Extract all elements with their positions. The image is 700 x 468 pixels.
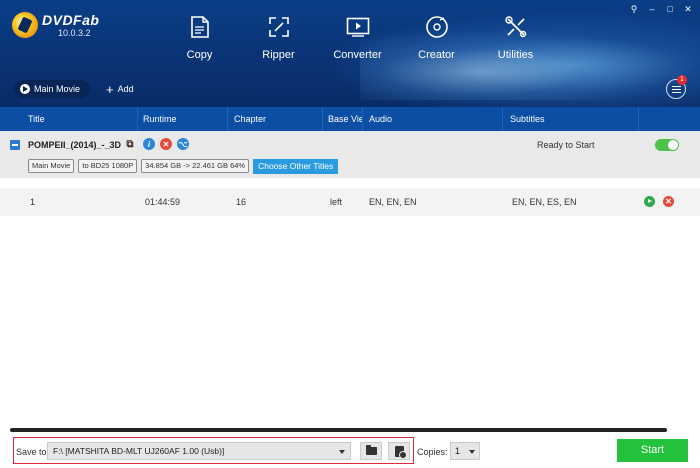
col-base-view[interactable]: Base View xyxy=(328,114,362,124)
cell-audio[interactable]: EN, EN, EN xyxy=(369,197,417,207)
nav-creator-label: Creator xyxy=(418,49,455,61)
window-controls: ⚲ – □ ✕ xyxy=(628,4,694,15)
title-item: POMPEII_(2014)_-_3D ⧉ i ✕ ⌥ Ready to Sta… xyxy=(0,131,700,178)
collapse-toggle-icon[interactable] xyxy=(10,140,20,150)
delete-icon[interactable]: ✕ xyxy=(663,196,674,207)
start-button[interactable]: Start xyxy=(617,439,688,462)
enable-toggle[interactable] xyxy=(655,139,679,151)
nav-utilities[interactable]: Utilities xyxy=(476,14,555,61)
share-icon[interactable]: ⌥ xyxy=(177,138,189,150)
size-chip: 34.854 GB -> 22.461 GB 64% xyxy=(141,159,250,173)
nav-ripper-label: Ripper xyxy=(262,49,295,61)
add-source-label: Add xyxy=(117,84,134,94)
title-options: Main Movie to BD25 1080P 34.854 GB -> 22… xyxy=(28,159,339,174)
save-as-iso-button[interactable] xyxy=(388,442,410,460)
col-subtitles[interactable]: Subtitles xyxy=(510,114,545,124)
copy-icon xyxy=(187,14,213,40)
info-icon[interactable]: i xyxy=(143,138,155,150)
creator-icon xyxy=(424,14,450,40)
chevron-down-icon xyxy=(469,450,475,454)
remove-icon[interactable]: ✕ xyxy=(160,138,172,150)
col-audio[interactable]: Audio xyxy=(369,114,392,124)
save-to-label: Save to: xyxy=(16,447,50,457)
table-row[interactable]: 1 01:44:59 16 left EN, EN, EN EN, EN, ES… xyxy=(0,188,700,216)
folder-icon xyxy=(365,445,377,455)
cell-chapter: 16 xyxy=(236,197,247,207)
column-header: Title Runtime Chapter Base View Audio Su… xyxy=(0,107,700,131)
header-bar: DVDFab 10.0.3.2 Copy Ripper Converter Cr… xyxy=(0,0,700,107)
output-bar: Save to: F:\ [MATSHITA BD-MLT UJ260AF 1.… xyxy=(0,434,700,468)
app-name: DVDFab xyxy=(42,12,100,28)
column-divider xyxy=(137,107,138,131)
horizontal-scrollbar[interactable] xyxy=(10,428,667,432)
utilities-icon xyxy=(503,14,529,40)
column-divider xyxy=(322,107,323,131)
nav-ripper[interactable]: Ripper xyxy=(239,14,318,61)
nav-creator[interactable]: Creator xyxy=(397,14,476,61)
nav-copy-label: Copy xyxy=(186,49,213,61)
main-movie-tab-label: Main Movie xyxy=(34,84,81,94)
status-text: Ready to Start xyxy=(537,140,595,150)
movie-type-chip[interactable]: Main Movie xyxy=(28,159,75,173)
app-version: 10.0.3.2 xyxy=(58,28,91,38)
cell-base-view[interactable]: left xyxy=(330,197,342,207)
copies-select[interactable]: 1 xyxy=(450,442,480,460)
cell-subtitles[interactable]: EN, EN, ES, EN xyxy=(512,197,577,207)
col-title[interactable]: Title xyxy=(28,114,45,124)
title-actions: ⧉ i ✕ ⌥ xyxy=(122,138,189,150)
module-nav: Copy Ripper Converter Creator Utilities xyxy=(160,14,555,61)
dvdfab-logo-icon xyxy=(12,12,38,38)
column-divider xyxy=(502,107,503,131)
column-divider xyxy=(227,107,228,131)
output-format-chip[interactable]: to BD25 1080P xyxy=(78,159,138,173)
column-divider xyxy=(638,107,639,131)
copies-value: 1 xyxy=(455,446,461,456)
nav-copy[interactable]: Copy xyxy=(160,14,239,61)
cell-runtime: 01:44:59 xyxy=(145,197,181,207)
iso-icon xyxy=(394,445,407,459)
app-logo: DVDFab 10.0.3.2 xyxy=(12,12,99,38)
minimize-button[interactable]: – xyxy=(646,4,658,15)
col-chapter[interactable]: Chapter xyxy=(234,114,266,124)
add-source-button[interactable]: + Add xyxy=(106,82,134,97)
nav-converter[interactable]: Converter xyxy=(318,14,397,61)
copies-label: Copies: xyxy=(417,447,448,457)
cell-title: 1 xyxy=(30,197,36,207)
nav-converter-label: Converter xyxy=(333,49,382,61)
save-path-value: F:\ [MATSHITA BD-MLT UJ260AF 1.00 (Usb)] xyxy=(53,446,225,456)
save-path-dropdown[interactable]: F:\ [MATSHITA BD-MLT UJ260AF 1.00 (Usb)] xyxy=(47,442,351,460)
main-movie-tab[interactable]: Main Movie xyxy=(14,80,91,98)
bluray-3d-icon: ⧉ xyxy=(126,138,134,150)
title-name: POMPEII_(2014)_-_3D xyxy=(28,140,122,150)
column-divider xyxy=(362,107,363,131)
col-runtime[interactable]: Runtime xyxy=(143,114,177,124)
source-tabs: Main Movie + Add xyxy=(14,80,134,98)
play-circle-icon xyxy=(20,84,30,94)
converter-icon xyxy=(345,14,371,40)
play-icon[interactable] xyxy=(644,196,655,207)
maximize-button[interactable]: □ xyxy=(664,4,676,15)
notification-badge: 1 xyxy=(677,75,687,85)
pin-icon[interactable]: ⚲ xyxy=(628,4,640,15)
nav-utilities-label: Utilities xyxy=(497,49,534,61)
ripper-icon xyxy=(266,14,292,40)
choose-other-titles-button[interactable]: Choose Other Titles xyxy=(253,159,339,174)
plus-icon: + xyxy=(106,81,114,97)
chevron-down-icon xyxy=(339,450,345,454)
menu-icon xyxy=(671,85,681,93)
close-button[interactable]: ✕ xyxy=(682,4,694,15)
browse-folder-button[interactable] xyxy=(360,442,382,460)
